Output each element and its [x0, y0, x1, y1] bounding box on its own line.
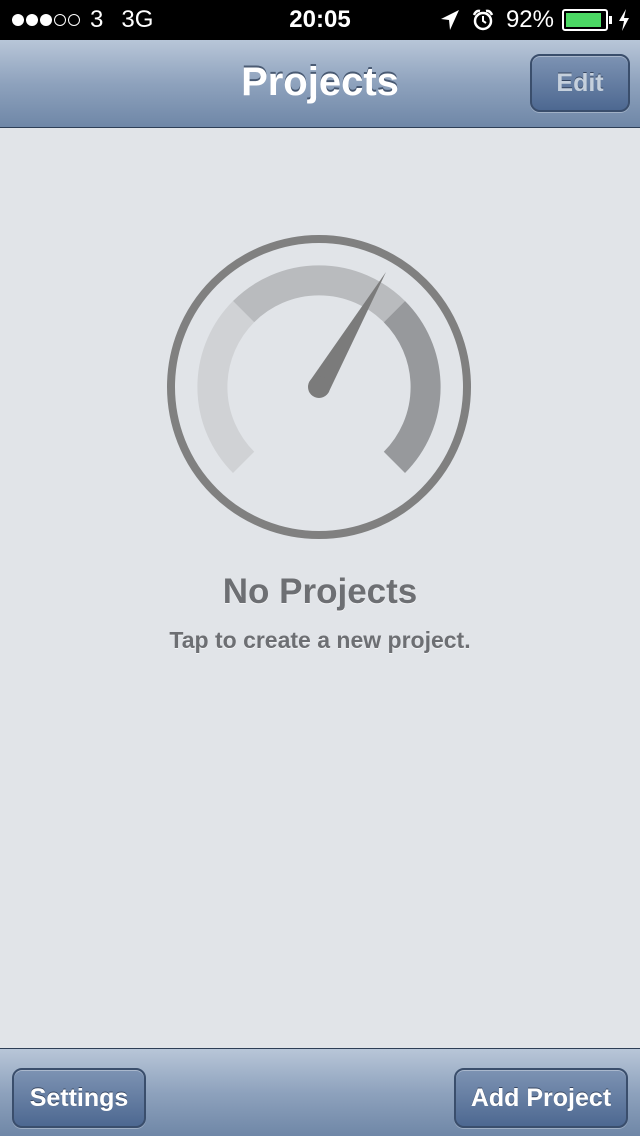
alarm-clock-icon [472, 9, 494, 31]
edit-button[interactable]: Edit [530, 54, 630, 112]
empty-state-subtitle[interactable]: Tap to create a new project. [0, 627, 640, 654]
status-bar: 3 3G 20:05 92% [0, 0, 640, 40]
battery-percentage: 92% [505, 6, 554, 33]
settings-button[interactable]: Settings [12, 1068, 146, 1128]
add-project-button[interactable]: Add Project [454, 1068, 628, 1128]
bottom-toolbar: Settings Add Project [0, 1048, 640, 1136]
empty-state-title: No Projects [222, 572, 418, 611]
battery-icon [562, 9, 608, 31]
battery-level-fill [566, 13, 601, 27]
speedometer-icon[interactable] [164, 232, 474, 542]
location-arrow-icon [440, 9, 460, 31]
battery-tip [609, 16, 612, 24]
status-right: 92% [428, 0, 630, 40]
navigation-bar: Projects Edit [0, 40, 640, 128]
charging-bolt-icon [618, 9, 630, 31]
